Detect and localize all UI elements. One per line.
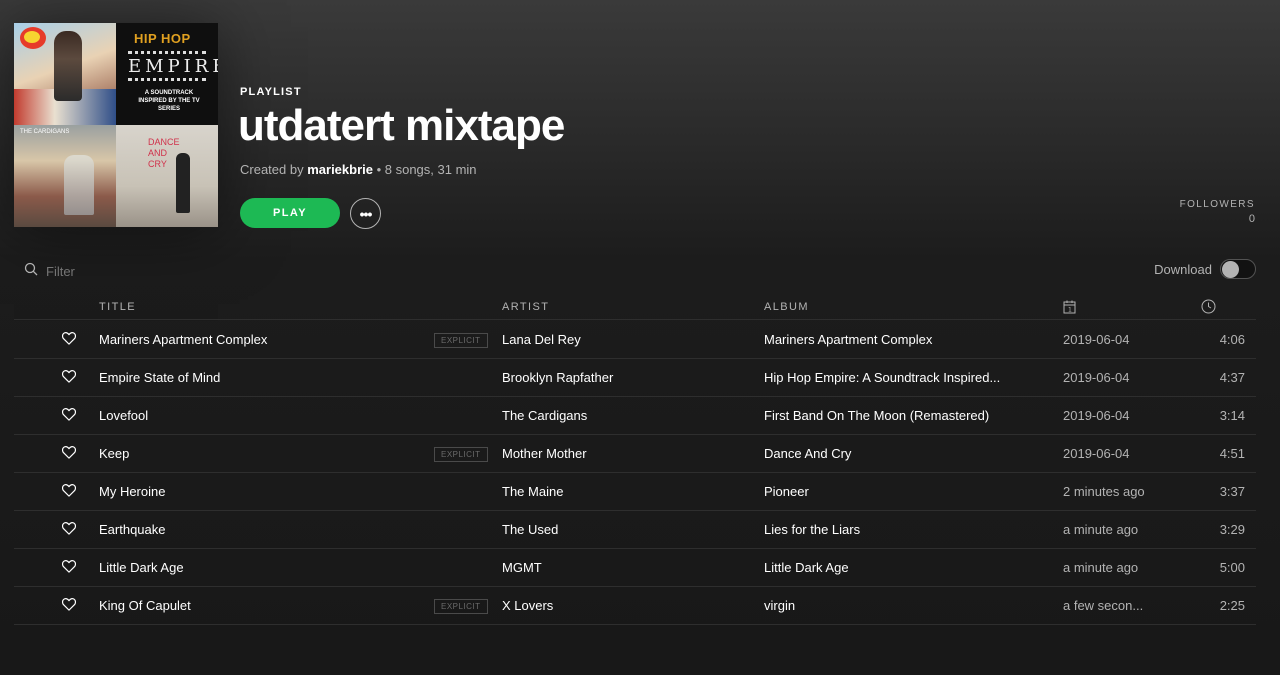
track-row[interactable]: Mariners Apartment Complex EXPLICIT Lana D…: [14, 321, 1256, 359]
download-toggle[interactable]: [1220, 259, 1256, 279]
track-title: Empire State of Mind: [99, 370, 221, 385]
track-album-link[interactable]: Lies for the Liars: [764, 522, 1024, 537]
track-album-link[interactable]: Dance And Cry: [764, 446, 1024, 461]
download-label: Download: [1154, 261, 1212, 277]
followers-count: 0: [1248, 213, 1255, 225]
track-row[interactable]: Keep EXPLICIT Mother Mother Dance And Cry 20…: [14, 435, 1256, 473]
search-icon: [24, 262, 38, 281]
track-duration: 4:06: [1219, 332, 1245, 347]
cover-tile-lana-del-rey: [14, 23, 116, 125]
track-duration: 4:51: [1219, 446, 1245, 461]
filter-bar: [24, 262, 246, 281]
followers-block: FOLLOWERS 0: [1180, 199, 1255, 225]
heart-icon[interactable]: [62, 522, 76, 538]
heart-icon[interactable]: [62, 370, 76, 386]
track-added-date: 2019-06-04: [1063, 408, 1130, 423]
download-control: Download: [1154, 259, 1256, 279]
track-duration: 2:25: [1219, 598, 1245, 613]
cover-tile-hip-hop-empire: HIP HOP EMPIRE A SOUNDTRACK INSPIRED BY …: [116, 23, 218, 125]
column-header-artist[interactable]: ARTIST: [502, 301, 549, 313]
calendar-icon[interactable]: 1: [1063, 300, 1076, 317]
explicit-badge: EXPLICIT: [434, 333, 488, 348]
track-album-link[interactable]: First Band On The Moon (Remastered): [764, 408, 1024, 423]
owner-link[interactable]: mariekbrie: [307, 162, 373, 177]
track-title: Mariners Apartment Complex: [99, 332, 268, 347]
track-duration: 5:00: [1219, 560, 1245, 575]
track-added-date: a minute ago: [1063, 522, 1139, 537]
track-artist-link[interactable]: Mother Mother: [502, 446, 752, 461]
explicit-badge: EXPLICIT: [434, 447, 488, 462]
playlist-type-label: PLAYLIST: [240, 86, 302, 98]
track-duration: 3:29: [1219, 522, 1245, 537]
heart-icon[interactable]: [62, 484, 76, 500]
cover-tile-dance-and-cry: DANCE AND CRY: [116, 125, 218, 227]
tracklist-header: TITLE ARTIST ALBUM 1: [14, 299, 1256, 320]
track-added-date: 2019-06-04: [1063, 370, 1130, 385]
column-header-title[interactable]: TITLE: [99, 301, 136, 313]
track-artist-link[interactable]: X Lovers: [502, 598, 752, 613]
track-artist-link[interactable]: The Used: [502, 522, 752, 537]
track-title: Keep: [99, 446, 130, 461]
track-duration: 3:14: [1219, 408, 1245, 423]
cover-empire-text: EMPIRE: [128, 51, 218, 81]
track-row[interactable]: Earthquake The Used Lies for the Liars a mi…: [14, 511, 1256, 549]
track-row[interactable]: Lovefool The Cardigans First Band On The M…: [14, 397, 1256, 435]
track-duration: 3:37: [1219, 484, 1245, 499]
track-title: Earthquake: [99, 522, 166, 537]
cover-empire-subtitle: A SOUNDTRACK INSPIRED BY THE TV SERIES: [138, 90, 200, 112]
track-title: King Of Capulet: [99, 598, 191, 613]
followers-label: FOLLOWERS: [1179, 199, 1255, 210]
more-icon: •••: [359, 205, 373, 222]
track-added-date: 2019-06-04: [1063, 332, 1130, 347]
page-title: utdatert mixtape: [238, 101, 565, 150]
track-artist-link[interactable]: Lana Del Rey: [502, 332, 752, 347]
track-added-date: 2019-06-04: [1063, 446, 1130, 461]
track-album-link[interactable]: Mariners Apartment Complex: [764, 332, 1024, 347]
track-row[interactable]: Little Dark Age MGMT Little Dark Age a minu…: [14, 549, 1256, 587]
tracklist: Mariners Apartment Complex EXPLICIT Lana D…: [14, 321, 1256, 625]
track-artist-link[interactable]: The Cardigans: [502, 408, 752, 423]
heart-icon[interactable]: [62, 408, 76, 424]
track-album-link[interactable]: Hip Hop Empire: A Soundtrack Inspired...: [764, 370, 1024, 385]
explicit-badge: EXPLICIT: [434, 599, 488, 614]
filter-input[interactable]: [46, 264, 246, 279]
cover-hip-hop-text: HIP HOP: [134, 31, 191, 46]
more-options-button[interactable]: •••: [350, 198, 381, 229]
clock-icon[interactable]: [1201, 299, 1216, 317]
track-added-date: 2 minutes ago: [1063, 484, 1145, 499]
heart-icon[interactable]: [62, 446, 76, 462]
heart-icon[interactable]: [62, 332, 76, 348]
playlist-summary: • 8 songs, 31 min: [372, 162, 477, 177]
track-title: Lovefool: [99, 408, 149, 423]
track-title: My Heroine: [99, 484, 166, 499]
playlist-cover[interactable]: HIP HOP EMPIRE A SOUNDTRACK INSPIRED BY …: [14, 23, 218, 227]
created-by-prefix: Created by: [240, 162, 304, 177]
track-artist-link[interactable]: MGMT: [502, 560, 752, 575]
track-row[interactable]: My Heroine The Maine Pioneer 2 minutes ago 3…: [14, 473, 1256, 511]
cover-cardigans-text: THE CARDIGANS: [20, 129, 70, 135]
track-album-link[interactable]: Little Dark Age: [764, 560, 1024, 575]
track-row[interactable]: King Of Capulet EXPLICIT X Lovers virgin a f…: [14, 587, 1256, 625]
play-button[interactable]: PLAY: [240, 198, 340, 228]
track-duration: 4:37: [1219, 370, 1245, 385]
track-album-link[interactable]: virgin: [764, 598, 1024, 613]
track-album-link[interactable]: Pioneer: [764, 484, 1024, 499]
track-title: Little Dark Age: [99, 560, 184, 575]
track-artist-link[interactable]: The Maine: [502, 484, 752, 499]
track-added-date: a few secon...: [1063, 598, 1144, 613]
svg-text:1: 1: [1068, 307, 1073, 314]
track-added-date: a minute ago: [1063, 560, 1139, 575]
track-row[interactable]: Empire State of Mind Brooklyn Rapfather Hi…: [14, 359, 1256, 397]
column-header-album[interactable]: ALBUM: [764, 301, 809, 313]
cover-tile-cardigans: THE CARDIGANS: [14, 125, 116, 227]
track-artist-link[interactable]: Brooklyn Rapfather: [502, 370, 752, 385]
playlist-meta: Created by mariekbrie • 8 songs, 31 min: [240, 162, 477, 177]
heart-icon[interactable]: [62, 598, 76, 614]
heart-icon[interactable]: [62, 560, 76, 576]
